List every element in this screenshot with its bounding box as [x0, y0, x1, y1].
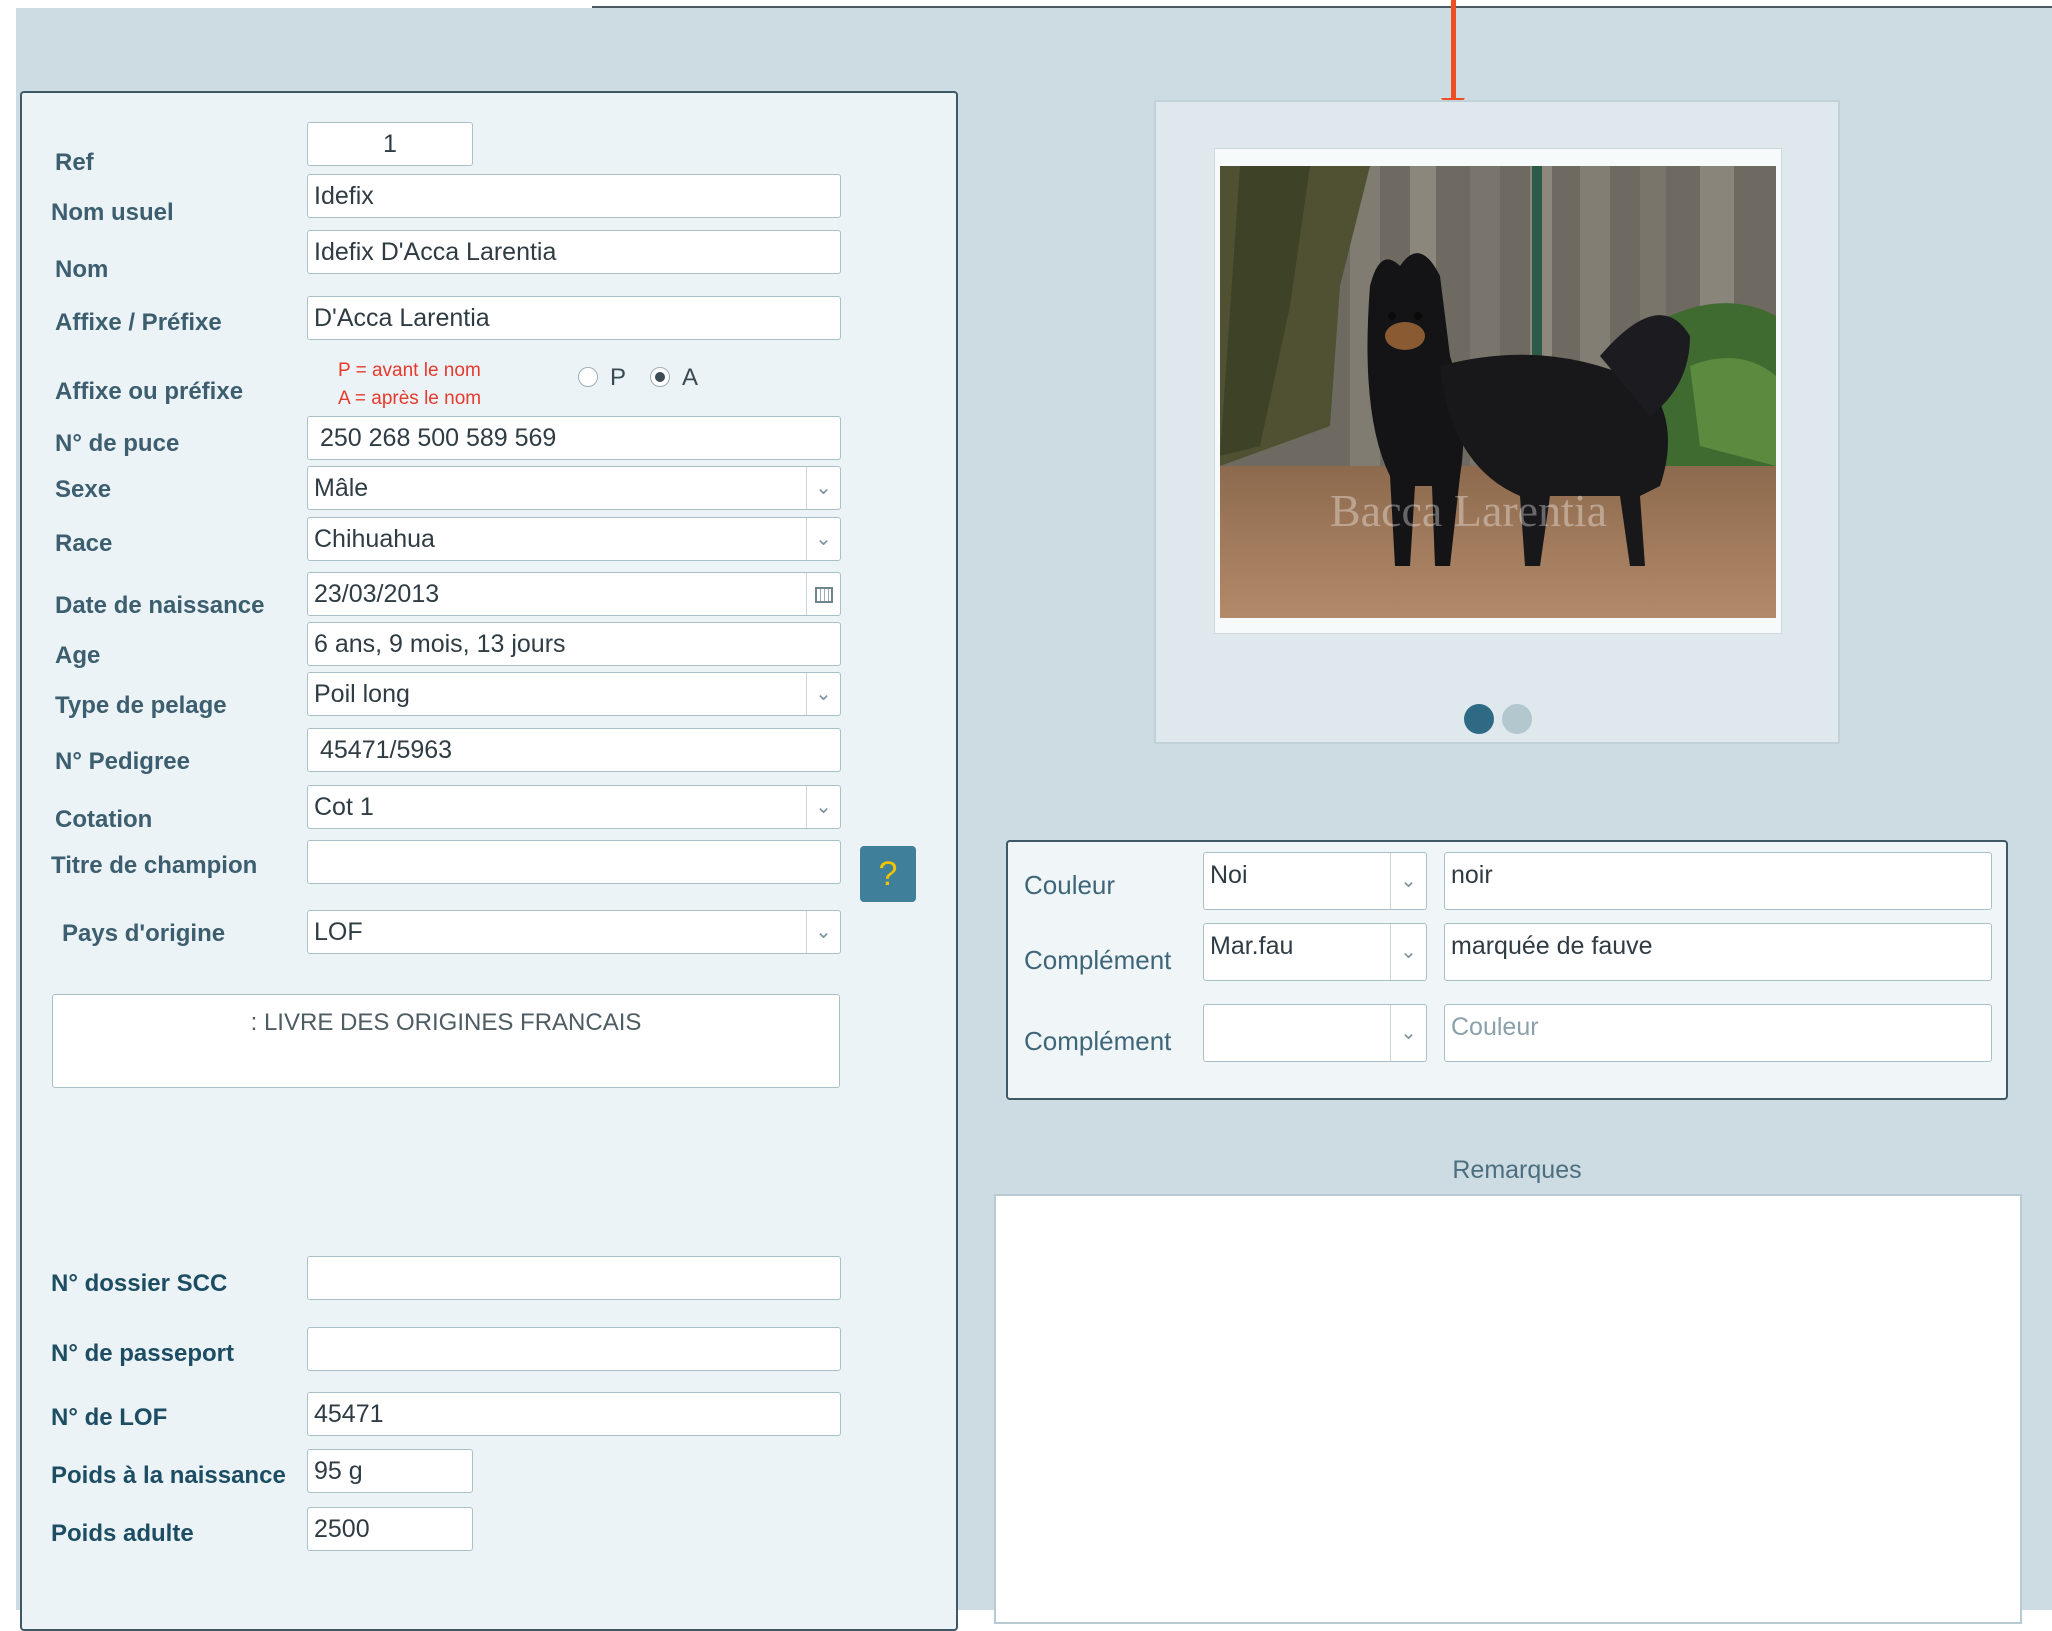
complement2-desc-field[interactable]: Couleur: [1444, 1004, 1992, 1062]
chevron-down-icon[interactable]: ⌄: [806, 673, 840, 715]
puce-field[interactable]: 250 268 500 589 569: [307, 416, 841, 460]
top-divider: [592, 6, 2052, 8]
pelage-select[interactable]: Poil long ⌄: [307, 672, 841, 716]
naissance-field[interactable]: 23/03/2013: [307, 572, 841, 616]
sexe-label: Sexe: [55, 476, 112, 503]
lof-field[interactable]: 45471: [307, 1392, 841, 1436]
radio-p[interactable]: [578, 367, 598, 387]
cotation-value: Cot 1: [314, 793, 374, 821]
poids-adulte-label: Poids adulte: [51, 1520, 194, 1547]
scc-field[interactable]: [307, 1256, 841, 1300]
pedigree-label: N° Pedigree: [55, 748, 190, 775]
age-label: Age: [55, 642, 101, 669]
couleur-desc-field[interactable]: noir: [1444, 852, 1992, 910]
poids-naissance-field[interactable]: 95 g: [307, 1449, 473, 1493]
radio-a-label: A: [682, 364, 699, 391]
pedigree-field[interactable]: 45471/5963: [307, 728, 841, 772]
titre-field[interactable]: [307, 840, 841, 884]
nom-label: Nom: [55, 256, 109, 283]
chevron-down-icon[interactable]: ⌄: [806, 467, 840, 509]
lof-label: N° de LOF: [51, 1404, 168, 1431]
chevron-down-icon[interactable]: ⌄: [1390, 924, 1426, 980]
cotation-label: Cotation: [55, 806, 153, 833]
sexe-value: Mâle: [314, 474, 369, 502]
couleur-code-select[interactable]: Noi ⌄: [1203, 852, 1427, 910]
affixe-label: Affixe / Préfixe: [55, 309, 222, 336]
pays-value: LOF: [314, 918, 363, 946]
chevron-down-icon[interactable]: ⌄: [1390, 1005, 1426, 1061]
affixe-ou-prefixe-label: Affixe ou préfixe: [55, 378, 244, 405]
remarks-title: Remarques: [1452, 1156, 1582, 1184]
nom-usuel-label: Nom usuel: [51, 199, 174, 226]
titre-label: Titre de champion: [51, 852, 258, 879]
pelage-label: Type de pelage: [55, 692, 227, 719]
radio-p-label: P: [610, 364, 627, 391]
poids-adulte-field[interactable]: 2500: [307, 1507, 473, 1551]
chevron-down-icon[interactable]: ⌄: [806, 911, 840, 953]
cotation-select[interactable]: Cot 1 ⌄: [307, 785, 841, 829]
pays-label: Pays d'origine: [62, 920, 226, 947]
race-select[interactable]: Chihuahua ⌄: [307, 517, 841, 561]
radio-a[interactable]: [650, 367, 670, 387]
complement2-label: Complément: [1024, 1026, 1172, 1056]
hint-a: A = après le nom: [338, 388, 482, 409]
pays-select[interactable]: LOF ⌄: [307, 910, 841, 954]
race-value: Chihuahua: [314, 525, 435, 553]
complement1-code-value: Mar.fau: [1210, 932, 1294, 960]
naissance-label: Date de naissance: [55, 592, 265, 619]
photo-watermark: Bacca Larentia: [1330, 485, 1607, 536]
help-button[interactable]: ?: [860, 846, 916, 902]
couleur-label: Couleur: [1024, 870, 1116, 900]
nom-usuel-field[interactable]: Idefix: [307, 174, 841, 218]
poids-naissance-label: Poids à la naissance: [51, 1462, 286, 1489]
remarks-textarea[interactable]: [994, 1194, 2022, 1624]
pelage-value: Poil long: [314, 680, 410, 708]
affixe-field[interactable]: D'Acca Larentia: [307, 296, 841, 340]
carousel-dot-active[interactable]: [1464, 704, 1494, 734]
age-field: 6 ans, 9 mois, 13 jours: [307, 622, 841, 666]
chevron-down-icon[interactable]: ⌄: [806, 518, 840, 560]
ref-field[interactable]: 1: [307, 122, 473, 166]
dog-photo[interactable]: Bacca Larentia: [1220, 166, 1776, 618]
puce-label: N° de puce: [55, 430, 180, 457]
annotation-arrow-icon: [1451, 0, 1456, 104]
ref-label: Ref: [55, 149, 94, 176]
chevron-down-icon[interactable]: ⌄: [806, 786, 840, 828]
scc-label: N° dossier SCC: [51, 1270, 228, 1297]
calendar-icon[interactable]: [806, 573, 840, 615]
nom-field[interactable]: Idefix D'Acca Larentia: [307, 230, 841, 274]
origin-description: : LIVRE DES ORIGINES FRANCAIS: [52, 994, 840, 1088]
passeport-label: N° de passeport: [51, 1340, 234, 1367]
carousel-dot[interactable]: [1502, 704, 1532, 734]
couleur-code-value: Noi: [1210, 861, 1248, 889]
race-label: Race: [55, 530, 113, 557]
naissance-value: 23/03/2013: [314, 580, 440, 608]
complement2-code-select[interactable]: ⌄: [1203, 1004, 1427, 1062]
chevron-down-icon[interactable]: ⌄: [1390, 853, 1426, 909]
hint-p: P = avant le nom: [338, 360, 481, 381]
sexe-select[interactable]: Mâle ⌄: [307, 466, 841, 510]
passeport-field[interactable]: [307, 1327, 841, 1371]
complement1-code-select[interactable]: Mar.fau ⌄: [1203, 923, 1427, 981]
complement1-desc-field[interactable]: marquée de fauve: [1444, 923, 1992, 981]
complement1-label: Complément: [1024, 945, 1172, 975]
